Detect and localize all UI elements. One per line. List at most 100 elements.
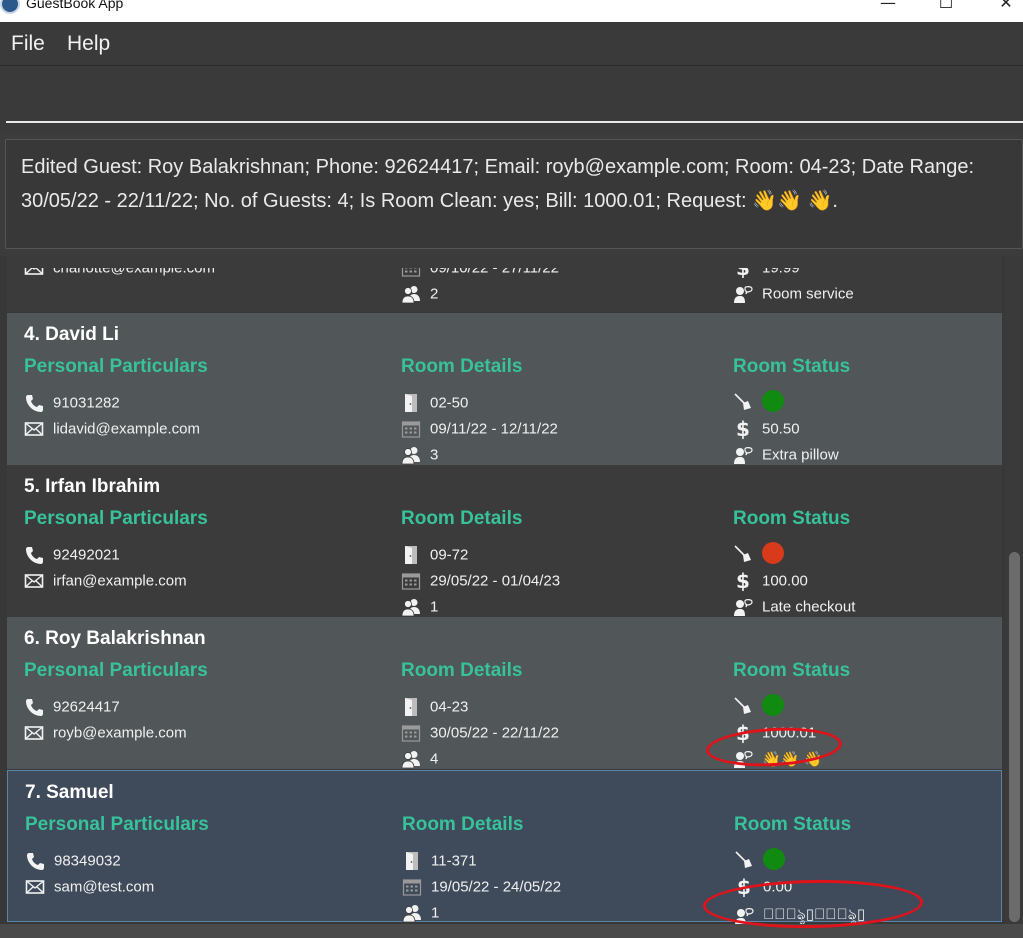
date-range-text: 19/05/22 - 24/05/22 <box>431 878 562 896</box>
guests-text: 1 <box>430 598 439 616</box>
phone-row: 91031282 <box>24 393 120 415</box>
scroll-thumb[interactable] <box>1009 552 1020 922</box>
guest-card[interactable]: 6. Roy Balakrishnan Personal Particulars R… <box>7 617 1002 769</box>
calendar-icon <box>401 419 421 439</box>
minimize-button[interactable]: — <box>865 0 911 15</box>
date-row: 30/05/22 - 22/11/22 <box>401 723 559 745</box>
request-text: Extra pillow <box>762 446 839 464</box>
clean-status-indicator <box>763 848 785 870</box>
door-icon <box>402 851 422 871</box>
calendar-icon <box>402 877 422 897</box>
command-input[interactable] <box>6 73 1023 123</box>
section-room-title: Room Details <box>402 814 524 835</box>
room-text: 02-50 <box>430 394 469 412</box>
email-row: sam@test.com <box>25 877 154 899</box>
guests-row: 3 <box>401 445 438 467</box>
date-text: 09/10/22 - 27/11/22 <box>430 259 559 277</box>
section-personal-title: Personal Particulars <box>25 814 209 835</box>
room-row: 09-72 <box>401 545 468 567</box>
clean-status-row <box>733 390 784 416</box>
room-row: 02-50 <box>401 393 468 415</box>
guest-name: 7. Samuel <box>25 782 114 803</box>
guests-icon <box>402 903 422 923</box>
bill-row: 100.00 <box>733 571 808 593</box>
guests-icon <box>401 749 421 769</box>
request-icon <box>733 284 753 304</box>
clean-status-indicator <box>762 694 784 716</box>
menu-help[interactable]: Help <box>67 32 110 56</box>
guests-text: 4 <box>430 750 439 768</box>
date-range-text: 09/11/22 - 12/11/22 <box>430 420 558 438</box>
request-text: Room service <box>762 285 854 303</box>
date-row: 09/10/22 - 27/11/22 <box>401 258 559 280</box>
result-display: Edited Guest: Roy Balakrishnan; Phone: 9… <box>5 139 1023 249</box>
command-area <box>0 67 1023 133</box>
section-status-title: Room Status <box>734 814 852 835</box>
section-status-title: Room Status <box>733 660 851 681</box>
maximize-button[interactable]: ☐ <box>923 0 969 15</box>
date-range-text: 29/05/22 - 01/04/23 <box>430 572 561 590</box>
guest-name: 6. Roy Balakrishnan <box>24 628 206 649</box>
email-text: sam@test.com <box>54 878 155 896</box>
email-text: lidavid@example.com <box>53 420 200 438</box>
request-icon <box>733 445 753 465</box>
section-room-title: Room Details <box>401 356 523 377</box>
room-text: 09-72 <box>430 546 469 564</box>
menu-file[interactable]: File <box>11 32 45 56</box>
mail-icon <box>24 258 44 278</box>
email-text: royb@example.com <box>53 724 187 742</box>
result-text: Edited Guest: Roy Balakrishnan; Phone: 9… <box>21 156 975 212</box>
email-row: royb@example.com <box>24 723 187 745</box>
email-row: charlotte@example.com <box>24 258 215 280</box>
phone-row: 92624417 <box>24 697 120 719</box>
email-text: irfan@example.com <box>53 572 187 590</box>
date-row: 29/05/22 - 01/04/23 <box>401 571 560 593</box>
guests-row: 2 <box>401 284 438 306</box>
section-room-title: Room Details <box>401 660 523 681</box>
dollar-icon <box>733 419 753 439</box>
section-status-title: Room Status <box>733 508 851 529</box>
phone-row: 98349032 <box>25 851 121 873</box>
phone-text: 92624417 <box>53 698 120 716</box>
clean-status-row <box>733 694 784 720</box>
close-button[interactable]: ✕ <box>983 0 1023 15</box>
guest-card[interactable]: charlotte@example.com 09/10/22 - 27/11/2… <box>7 256 1002 312</box>
clean-status-indicator <box>762 390 784 412</box>
bill-row: 19.99 <box>733 268 800 280</box>
email-row: lidavid@example.com <box>24 419 200 441</box>
guest-card[interactable]: 5. Irfan Ibrahim Personal Particulars Room… <box>7 465 1002 617</box>
date-row: 09/11/22 - 12/11/22 <box>401 419 558 441</box>
guest-list[interactable]: charlotte@example.com 09/10/22 - 27/11/2… <box>0 256 1023 938</box>
title-bar: GuestBook App — ☐ ✕ <box>0 0 1023 22</box>
guests-text: 1 <box>431 904 440 922</box>
guest-card[interactable]: 4. David Li Personal Particulars Room Deta… <box>7 313 1002 465</box>
request-row: Extra pillow <box>733 445 839 467</box>
request-icon <box>733 597 753 617</box>
section-personal-title: Personal Particulars <box>24 660 208 681</box>
bill-text: 100.00 <box>762 572 808 590</box>
calendar-icon <box>401 258 421 278</box>
date-row: 19/05/22 - 24/05/22 <box>402 877 561 899</box>
app-logo-icon <box>0 0 20 14</box>
phone-text: 92492021 <box>53 546 120 564</box>
bottom-strip <box>0 924 1023 938</box>
door-icon <box>401 545 421 565</box>
room-text: 04-23 <box>430 698 469 716</box>
request-row: Room service <box>733 284 854 306</box>
guests-row: 4 <box>401 749 438 771</box>
phone-row: 92492021 <box>24 545 120 567</box>
broom-icon <box>733 543 753 563</box>
guests-icon <box>401 445 421 465</box>
phone-text: 91031282 <box>53 394 120 412</box>
bill-row: 50.50 <box>733 419 800 441</box>
mail-icon <box>24 419 44 439</box>
section-personal-title: Personal Particulars <box>24 356 208 377</box>
broom-icon <box>734 849 754 869</box>
scrollbar[interactable] <box>1005 256 1023 938</box>
phone-text: 98349032 <box>54 852 121 870</box>
request-text: Late checkout <box>762 598 856 616</box>
mail-icon <box>25 877 45 897</box>
email-text: charlotte@example.com <box>53 259 215 277</box>
dollar-icon <box>733 571 753 591</box>
guests-icon <box>401 597 421 617</box>
